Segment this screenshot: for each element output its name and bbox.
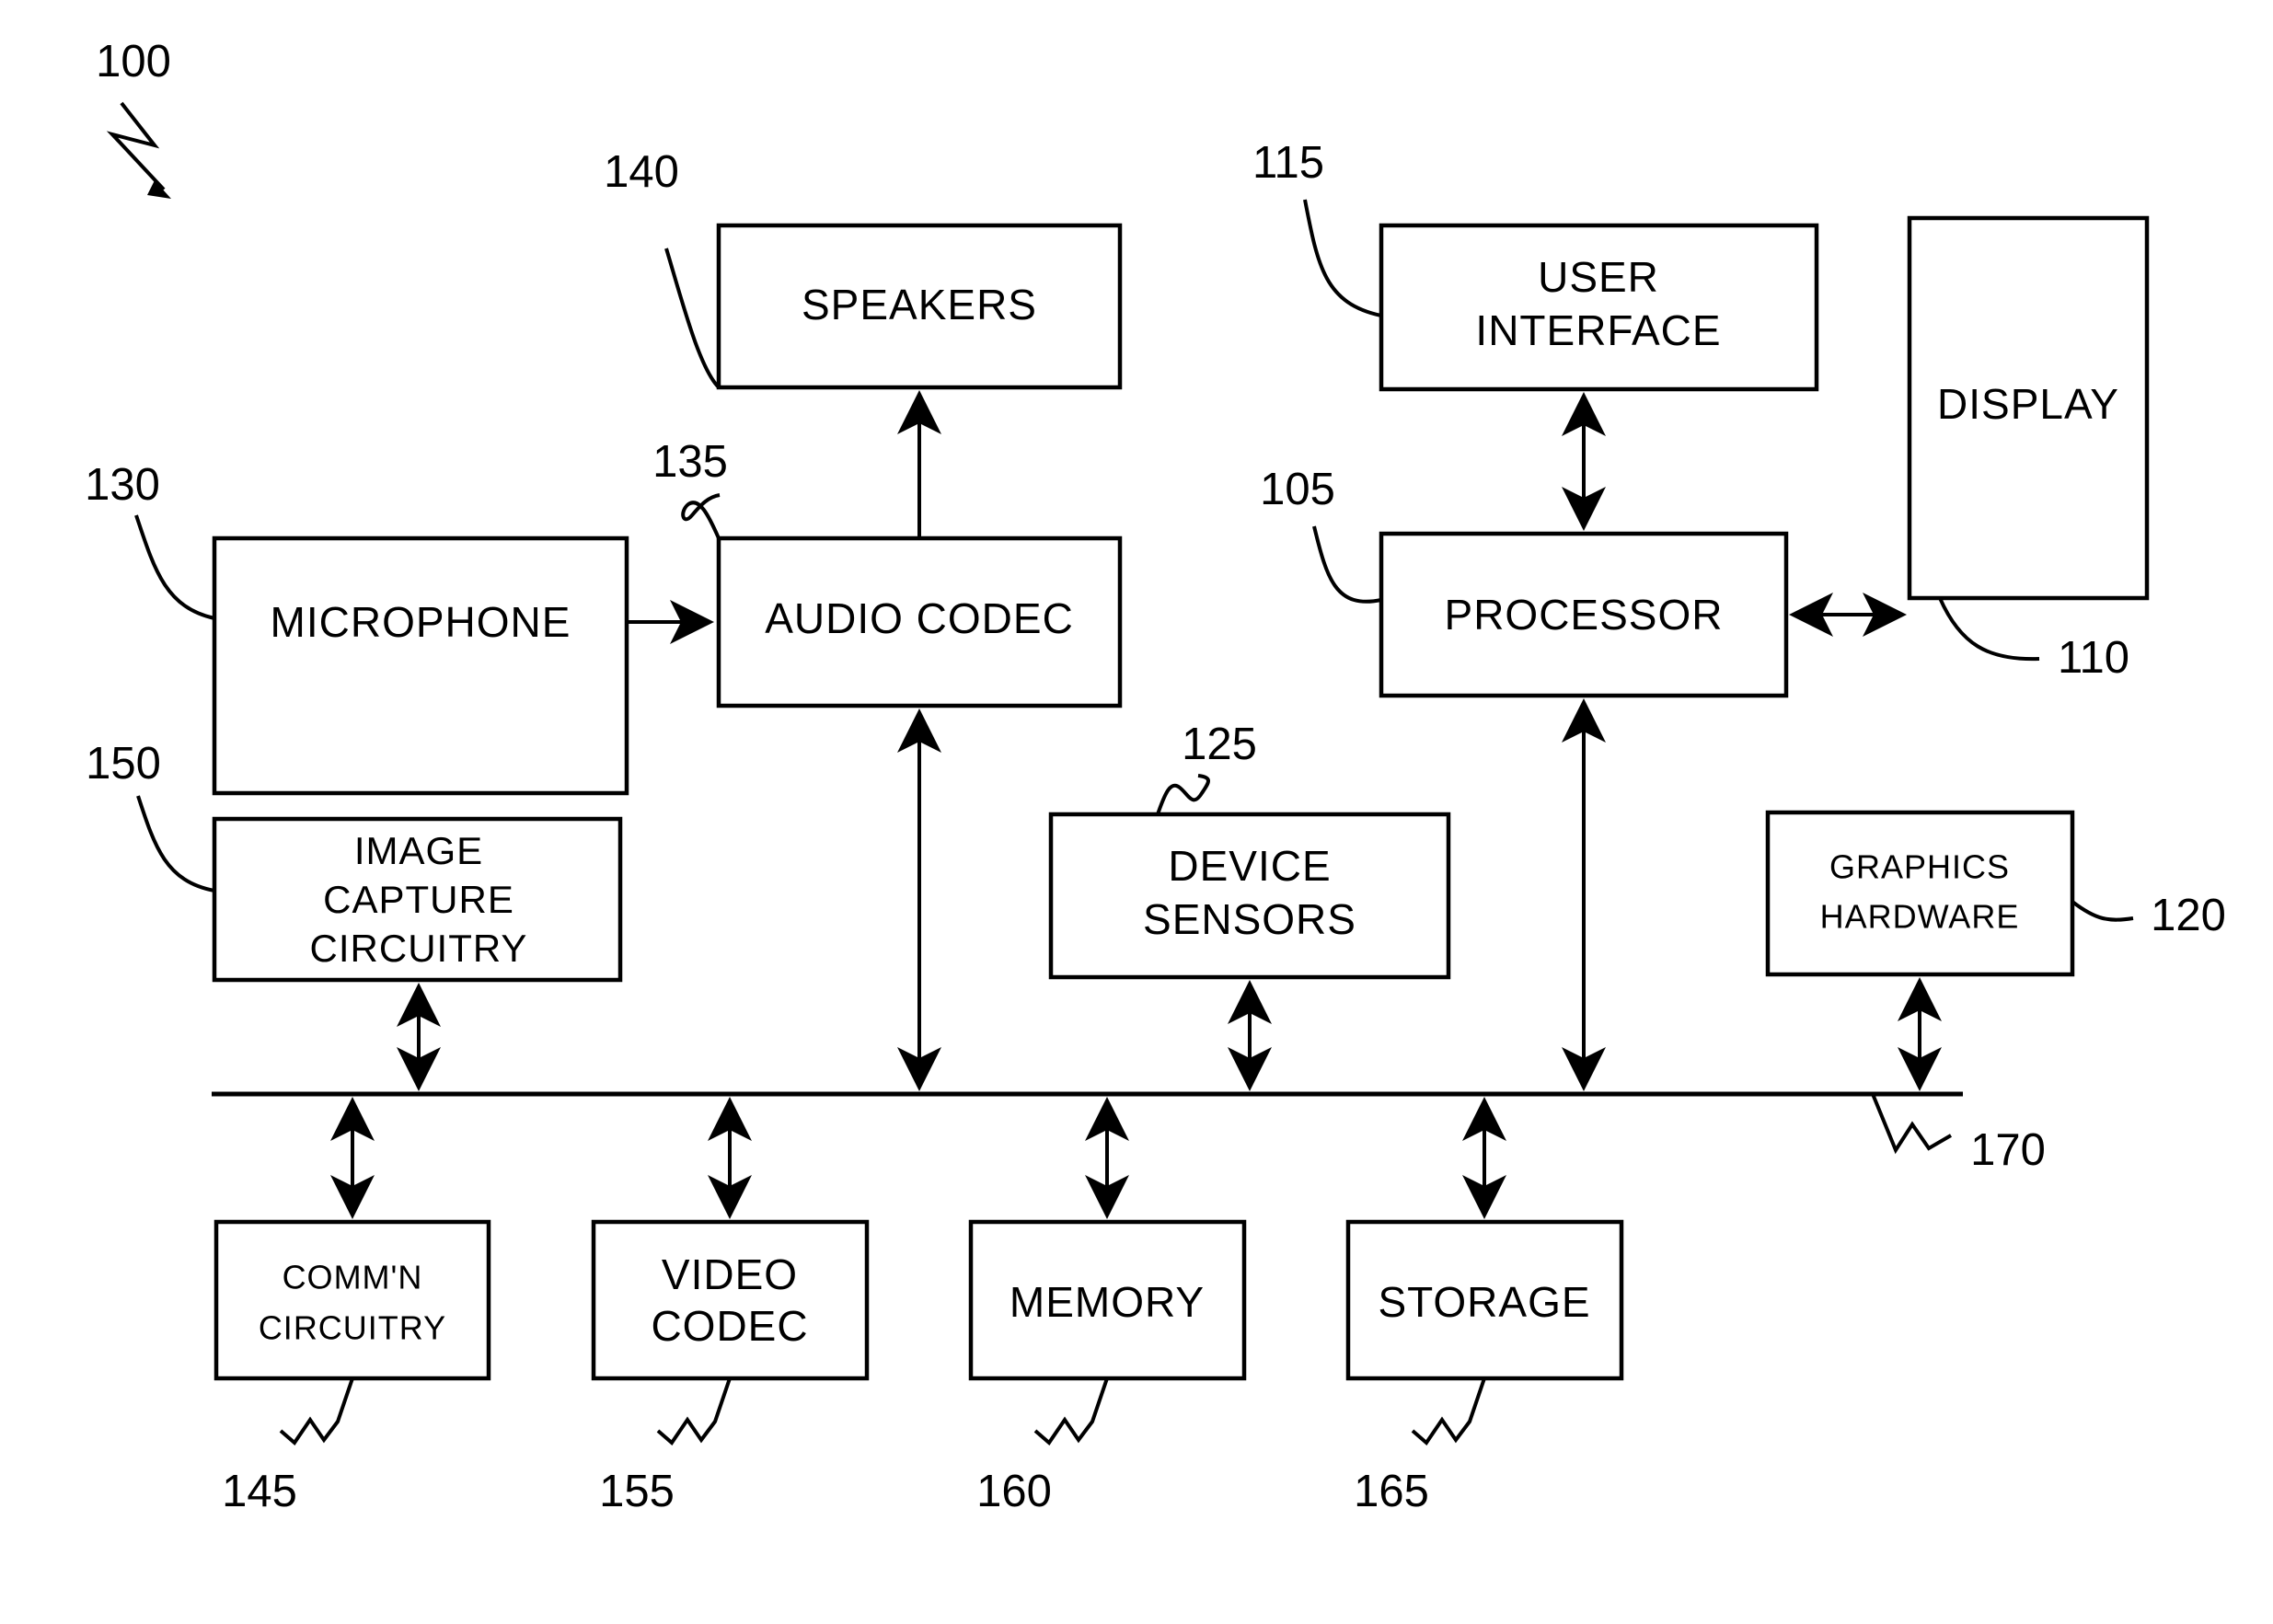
block-label-device-sensors-line2: SENSORS — [1143, 895, 1356, 943]
block-label-storage: STORAGE — [1378, 1278, 1590, 1326]
video-codec-ref-leader — [656, 1377, 732, 1445]
microphone-ref-leader — [134, 514, 215, 620]
block-label-graphics-hardware-line1: GRAPHICS — [1829, 848, 2010, 886]
image-capture-ref-label: 150 — [86, 739, 161, 789]
speakers-ref-leader — [664, 248, 721, 389]
figure-ref-leader — [106, 101, 166, 191]
block-label-audio-codec: AUDIO CODEC — [765, 594, 1074, 642]
user-interface-ref-label: 115 — [1252, 138, 1324, 188]
audio-codec-ref-leader — [681, 493, 721, 539]
graphics-hardware-ref-label: 120 — [2151, 891, 2226, 940]
user-interface-ref-leader — [1303, 199, 1382, 317]
audio-codec-ref-label: 135 — [652, 437, 728, 487]
block-diagram-canvas: 100 170 SPEAKERS 140 USER INTERFACE 115 … — [85, 37, 2226, 1516]
block-comm-circuitry — [213, 1219, 491, 1381]
block-label-video-codec-line2: CODEC — [651, 1302, 808, 1350]
processor-ref-leader — [1312, 525, 1382, 604]
block-label-memory: MEMORY — [1010, 1278, 1205, 1326]
block-label-processor: PROCESSOR — [1445, 591, 1724, 639]
block-label-graphics-hardware-line2: HARDWARE — [1820, 898, 2020, 936]
memory-ref-leader — [1033, 1377, 1109, 1445]
block-video-codec — [591, 1219, 870, 1381]
device-sensors-ref-leader — [1156, 774, 1210, 815]
block-microphone — [212, 536, 629, 796]
block-label-microphone: MICROPHONE — [271, 598, 571, 646]
device-sensors-ref-label: 125 — [1182, 720, 1257, 769]
speakers-ref-label: 140 — [604, 147, 679, 197]
processor-ref-label: 105 — [1260, 465, 1335, 514]
block-graphics-hardware — [1765, 810, 2075, 977]
block-label-comm-circuitry-line1: COMM'N — [283, 1259, 423, 1296]
storage-ref-leader — [1411, 1377, 1486, 1445]
display-ref-label: 110 — [2058, 633, 2129, 683]
video-codec-ref-label: 155 — [599, 1467, 675, 1516]
display-ref-leader — [1938, 597, 2040, 662]
memory-ref-label: 160 — [976, 1467, 1052, 1516]
block-label-user-interface-line2: INTERFACE — [1475, 306, 1721, 354]
storage-ref-label: 165 — [1354, 1467, 1429, 1516]
patent-figure: 100 170 SPEAKERS 140 USER INTERFACE 115 … — [0, 0, 2273, 1624]
graphics-hardware-ref-leader — [2071, 900, 2134, 922]
bus-ref-label: 170 — [1970, 1125, 2046, 1175]
block-label-image-capture-line1: IMAGE — [354, 829, 483, 872]
comm-circuitry-ref-leader — [279, 1377, 354, 1445]
figure-ref-label: 100 — [96, 37, 171, 86]
microphone-ref-label: 130 — [85, 460, 160, 510]
block-label-comm-circuitry-line2: CIRCUITRY — [259, 1309, 446, 1347]
block-label-image-capture-line2: CAPTURE — [323, 878, 514, 921]
block-label-image-capture-line3: CIRCUITRY — [310, 927, 528, 970]
block-label-video-codec-line1: VIDEO — [662, 1250, 798, 1298]
bus-ref-leader — [1871, 1093, 1953, 1155]
block-label-speakers: SPEAKERS — [802, 281, 1037, 328]
block-label-device-sensors-line1: DEVICE — [1168, 842, 1331, 890]
image-capture-ref-leader — [136, 795, 215, 893]
block-label-user-interface-line1: USER — [1538, 253, 1659, 301]
block-label-display: DISPLAY — [1937, 380, 2119, 428]
comm-circuitry-ref-label: 145 — [222, 1467, 297, 1516]
